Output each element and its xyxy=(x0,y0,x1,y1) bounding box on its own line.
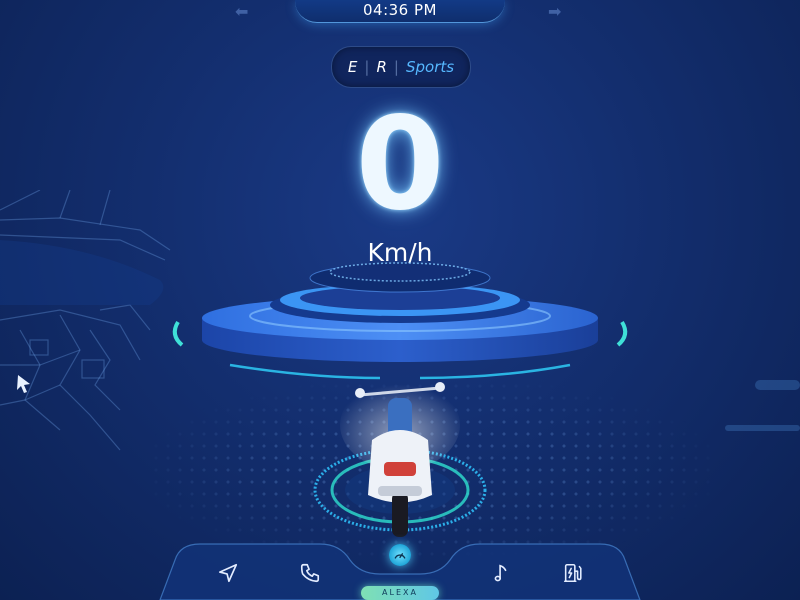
dashboard-screen: ⬅ ➡ 04:36 PM E | R | Sports 0 Km/h ALEXA xyxy=(0,0,800,600)
music-note-icon xyxy=(494,564,507,582)
nav-button-charging[interactable] xyxy=(558,558,588,588)
charging-station-icon xyxy=(563,563,582,583)
nav-button-navigation[interactable] xyxy=(213,558,243,588)
alexa-button[interactable]: ALEXA xyxy=(361,586,439,600)
nav-button-phone[interactable] xyxy=(295,558,325,588)
speed-platform xyxy=(172,262,628,537)
speedometer-icon xyxy=(394,553,406,559)
nav-button-dashboard[interactable] xyxy=(389,544,411,566)
phone-icon xyxy=(300,563,320,583)
navigation-icon xyxy=(218,563,238,583)
nav-button-music[interactable] xyxy=(486,558,516,588)
